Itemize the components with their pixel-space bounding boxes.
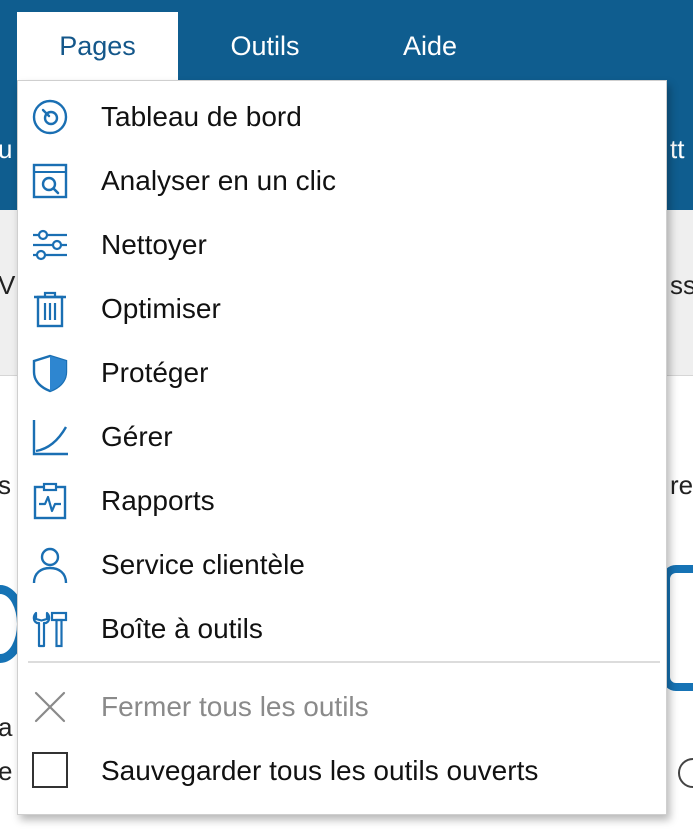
- menu-item-label: Service clientèle: [101, 549, 305, 580]
- bg-text-fragment: ss: [670, 270, 693, 300]
- menu-item-label: Optimiser: [101, 293, 221, 324]
- menu-item-label: Sauvegarder tous les outils ouverts: [101, 755, 539, 786]
- pages-dropdown-menu: Tableau de bord Analyser en un clic Nett…: [17, 80, 667, 815]
- scan-icon: [32, 163, 68, 199]
- menu-item-label: Fermer tous les outils: [101, 691, 369, 722]
- bg-text-fragment: e: [0, 756, 13, 786]
- bg-text-fragment: tt: [670, 134, 685, 164]
- menu-item-label: Nettoyer: [101, 229, 207, 260]
- dashboard-icon: [32, 99, 68, 135]
- menu-item-analyser[interactable]: Analyser en un clic: [18, 149, 666, 213]
- shield-icon: [32, 354, 68, 393]
- menu-outils[interactable]: Outils: [195, 12, 335, 80]
- menu-item-tableau-de-bord[interactable]: Tableau de bord: [18, 85, 666, 149]
- sliders-icon: [33, 229, 67, 261]
- menu-aide[interactable]: Aide: [360, 12, 500, 80]
- menu-item-save-all-tools[interactable]: Sauvegarder tous les outils ouverts: [18, 739, 666, 803]
- menu-separator: [28, 661, 660, 663]
- trash-icon: [34, 291, 66, 328]
- bg-radio-button[interactable]: [678, 758, 693, 788]
- menu-item-label: Rapports: [101, 485, 215, 516]
- menu-item-label: Tableau de bord: [101, 101, 302, 132]
- menu-item-label: Gérer: [101, 421, 173, 452]
- menu-item-nettoyer[interactable]: Nettoyer: [18, 213, 666, 277]
- chart-curve-icon: [32, 420, 68, 456]
- menu-item-boite-a-outils[interactable]: Boîte à outils: [18, 597, 666, 661]
- menu-item-gerer[interactable]: Gérer: [18, 405, 666, 469]
- bg-text-fragment: V: [0, 270, 16, 300]
- save-all-checkbox[interactable]: [32, 752, 68, 788]
- menu-item-service-clientele[interactable]: Service clientèle: [18, 533, 666, 597]
- person-icon: [32, 547, 68, 584]
- menu-item-label: Analyser en un clic: [101, 165, 337, 196]
- menu-item-rapports[interactable]: Rapports: [18, 469, 666, 533]
- bg-text-fragment: u: [0, 134, 13, 164]
- menu-item-optimiser[interactable]: Optimiser: [18, 277, 666, 341]
- menu-item-label: Protéger: [101, 357, 209, 388]
- close-icon: [34, 691, 66, 723]
- toolbox-icon: [32, 611, 68, 648]
- bg-text-fragment: a: [0, 712, 13, 742]
- bg-text-fragment: s: [0, 470, 11, 500]
- bg-text-fragment: re: [670, 470, 693, 500]
- report-clipboard-icon: [33, 482, 67, 520]
- menu-item-close-all-tools[interactable]: Fermer tous les outils: [18, 675, 666, 739]
- menu-item-label: Boîte à outils: [101, 613, 263, 644]
- menu-bar: Pages Outils Aide: [0, 0, 693, 80]
- menu-item-proteger[interactable]: Protéger: [18, 341, 666, 405]
- menu-pages[interactable]: Pages: [17, 12, 178, 80]
